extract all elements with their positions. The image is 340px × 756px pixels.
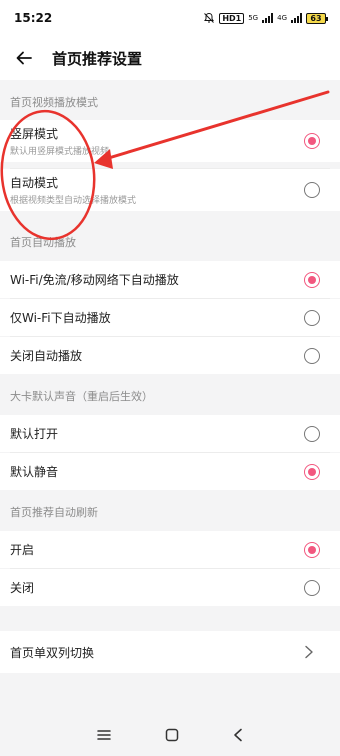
back-button[interactable] [0,36,48,80]
option-autoplay-all-networks[interactable]: Wi-Fi/免流/移动网络下自动播放 [0,261,340,298]
net-label-5g: 5G [248,13,259,22]
option-sound-muted[interactable]: 默认静音 [0,453,340,490]
option-refresh-on[interactable]: 开启 [0,531,340,568]
option-refresh-off[interactable]: 关闭 [0,569,340,606]
status-bar: 15:22 HD1 5G 4G 63 [0,0,340,36]
app-bar: 首页推荐设置 [0,36,340,80]
option-label: 仅Wi-Fi下自动播放 [10,311,111,325]
option-portrait-mode[interactable]: 竖屏模式 默认用竖屏模式播放视频 [0,120,340,162]
radio-selected[interactable] [304,133,320,149]
option-label: 关闭自动播放 [10,349,83,363]
page-title: 首页推荐设置 [52,49,143,68]
option-label: 默认打开 [10,427,59,441]
nav-row-label: 首页单双列切换 [10,645,95,660]
option-labels: 自动模式 根据视频类型自动选择播放模式 [10,174,136,206]
menu-icon[interactable] [96,728,112,742]
option-label: 默认静音 [10,465,59,479]
net-label-4g: 4G [277,13,287,22]
single-double-column-switch[interactable]: 首页单双列切换 [0,631,340,673]
chevron-right-icon [305,645,313,659]
bell-muted-icon [204,12,215,23]
status-icons: HD1 5G 4G 63 [203,12,328,24]
option-label: 竖屏模式 [10,127,59,141]
option-label: 自动模式 [10,176,59,190]
radio-selected[interactable] [304,271,320,288]
option-autoplay-off[interactable]: 关闭自动播放 [0,337,340,374]
hd-badge: HD1 [219,12,245,24]
option-auto-mode[interactable]: 自动模式 根据视频类型自动选择播放模式 [0,169,340,211]
radio-selected[interactable] [304,463,320,480]
option-labels: 竖屏模式 默认用竖屏模式播放视频 [10,125,109,157]
battery-icon: 63 [306,12,328,24]
option-label: Wi-Fi/免流/移动网络下自动播放 [10,273,179,287]
system-nav-bar [0,714,340,756]
back-chevron-icon[interactable] [232,728,244,742]
home-square-icon[interactable] [165,728,179,742]
section-header-video-mode: 首页视频播放模式 [0,83,340,120]
radio-unselected[interactable] [304,425,320,442]
radio-selected[interactable] [304,541,320,558]
status-time: 15:22 [14,11,53,25]
radio-unselected[interactable] [304,309,320,326]
arrow-left-icon [16,51,32,65]
section-header-auto-refresh: 首页推荐自动刷新 [0,493,340,530]
signal-icon [262,13,274,23]
radio-unselected[interactable] [304,182,320,198]
radio-unselected[interactable] [304,347,320,364]
option-sub: 根据视频类型自动选择播放模式 [10,196,137,206]
section-header-autoplay: 首页自动播放 [0,223,340,260]
signal-icon-2 [291,13,302,23]
section-header-card-sound: 大卡默认声音（重启后生效） [0,377,340,414]
option-sub: 默认用竖屏模式播放视频 [10,147,110,157]
option-label: 开启 [10,543,35,557]
option-sound-on[interactable]: 默认打开 [0,415,340,452]
option-label: 关闭 [10,581,35,595]
option-autoplay-wifi-only[interactable]: 仅Wi-Fi下自动播放 [0,299,340,336]
radio-unselected[interactable] [304,579,320,596]
